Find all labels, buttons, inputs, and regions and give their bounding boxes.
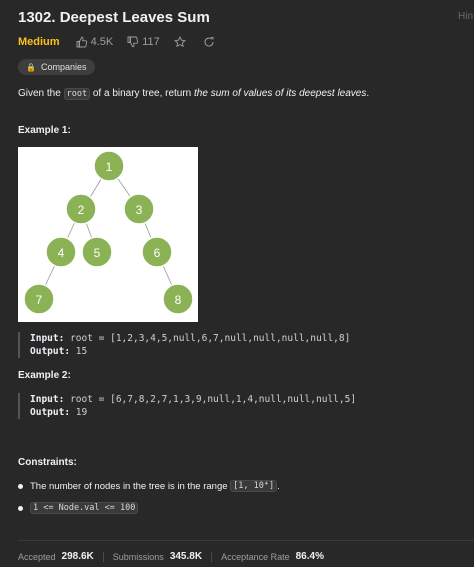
favorite-button[interactable] — [173, 36, 189, 48]
difficulty-badge: Medium — [18, 36, 60, 48]
accepted-label: Accepted — [18, 551, 56, 562]
bullet-dot — [18, 505, 23, 511]
stats-bar: Accepted 298.6K Submissions 345.8K Accep… — [18, 551, 324, 562]
thumbs-down-icon — [127, 36, 139, 48]
output-label: Output: — [30, 407, 71, 418]
tree-node-4: 4 — [45, 236, 77, 268]
example-1-output: 15 — [75, 346, 88, 357]
constraint-item-1: The number of nodes in the tree is in th… — [18, 480, 280, 492]
svg-text:6: 6 — [154, 246, 161, 260]
desc-text-2: of a binary tree, return — [92, 88, 192, 99]
svg-text:4: 4 — [58, 246, 65, 260]
tree-node-6: 6 — [141, 236, 173, 268]
tree-node-1: 1 — [93, 150, 125, 182]
example-1-heading: Example 1: — [18, 125, 71, 136]
tree-node-7: 7 — [23, 283, 55, 315]
desc-code-root: root — [63, 88, 91, 100]
svg-text:7: 7 — [36, 293, 43, 307]
companies-label: Companies — [40, 62, 87, 72]
constraint-1-text: The number of nodes in the tree is in th… — [30, 480, 228, 492]
acceptance-rate-label: Acceptance Rate — [221, 551, 290, 562]
example-2-io-block: Input: root = [6,7,8,2,7,1,3,9,null,1,4,… — [18, 393, 356, 419]
constraint-item-2: 1 <= Node.val <= 100 — [18, 502, 139, 514]
like-count: 4.5K — [90, 36, 114, 48]
desc-emphasis: the sum of values of its deepest leaves — [194, 88, 367, 99]
constraint-1-end: . — [277, 480, 280, 492]
tree-node-5: 5 — [81, 236, 113, 268]
example-2-input: root = [6,7,8,2,7,1,3,9,null,1,4,null,nu… — [70, 394, 357, 405]
tree-node-3: 3 — [123, 193, 155, 225]
companies-tag[interactable]: 🔒 Companies — [18, 59, 95, 75]
constraint-2-code: 1 <= Node.val <= 100 — [30, 502, 139, 514]
stats-separator — [102, 551, 104, 562]
output-label: Output: — [30, 346, 71, 357]
star-icon — [173, 36, 186, 48]
submissions-label: Submissions — [112, 551, 164, 562]
svg-text:1: 1 — [106, 160, 113, 174]
example-2-output: 19 — [75, 407, 88, 418]
tree-edges — [38, 165, 179, 300]
binary-tree-diagram: 1 2 3 4 5 6 7 8 — [23, 150, 194, 315]
svg-text:3: 3 — [136, 203, 143, 217]
problem-meta-bar: Medium 4.5K 117 — [18, 36, 232, 48]
example-1-input: root = [1,2,3,4,5,null,6,7,null,null,nul… — [70, 333, 351, 344]
svg-text:8: 8 — [175, 293, 182, 307]
input-label: Input: — [30, 394, 65, 405]
dislike-count: 117 — [142, 36, 160, 48]
problem-description: Given the root of a binary tree, return … — [18, 87, 458, 101]
tree-node-8: 8 — [162, 283, 194, 315]
example-2-heading: Example 2: — [18, 370, 71, 381]
example-1-tree-image: 1 2 3 4 5 6 7 8 — [18, 147, 198, 322]
example-1-io-block: Input: root = [1,2,3,4,5,null,6,7,null,n… — [18, 332, 350, 358]
refresh-share-icon — [204, 37, 214, 47]
submissions-value: 345.8K — [169, 551, 203, 562]
constraints-heading: Constraints: — [18, 457, 77, 468]
stats-divider — [18, 540, 474, 541]
svg-text:5: 5 — [94, 246, 101, 260]
accepted-value: 298.6K — [61, 551, 94, 562]
like-button[interactable]: 4.5K — [76, 36, 114, 48]
input-label: Input: — [30, 333, 65, 344]
desc-text-1: Given the — [18, 88, 61, 99]
problem-title: 1302. Deepest Leaves Sum — [18, 9, 210, 26]
svg-text:2: 2 — [78, 203, 85, 217]
dislike-button[interactable]: 117 — [127, 36, 160, 48]
acceptance-rate-value: 86.4% — [295, 551, 324, 562]
desc-text-end: . — [366, 88, 370, 99]
tree-node-2: 2 — [65, 193, 97, 225]
stats-separator — [211, 551, 213, 562]
share-button[interactable] — [203, 36, 218, 48]
hint-tab-label[interactable]: Hin — [458, 11, 474, 22]
thumbs-up-icon — [76, 36, 87, 48]
bullet-dot — [18, 483, 23, 489]
lock-icon: 🔒 — [26, 62, 36, 72]
constraint-1-code: [1, 10⁴] — [230, 480, 278, 492]
